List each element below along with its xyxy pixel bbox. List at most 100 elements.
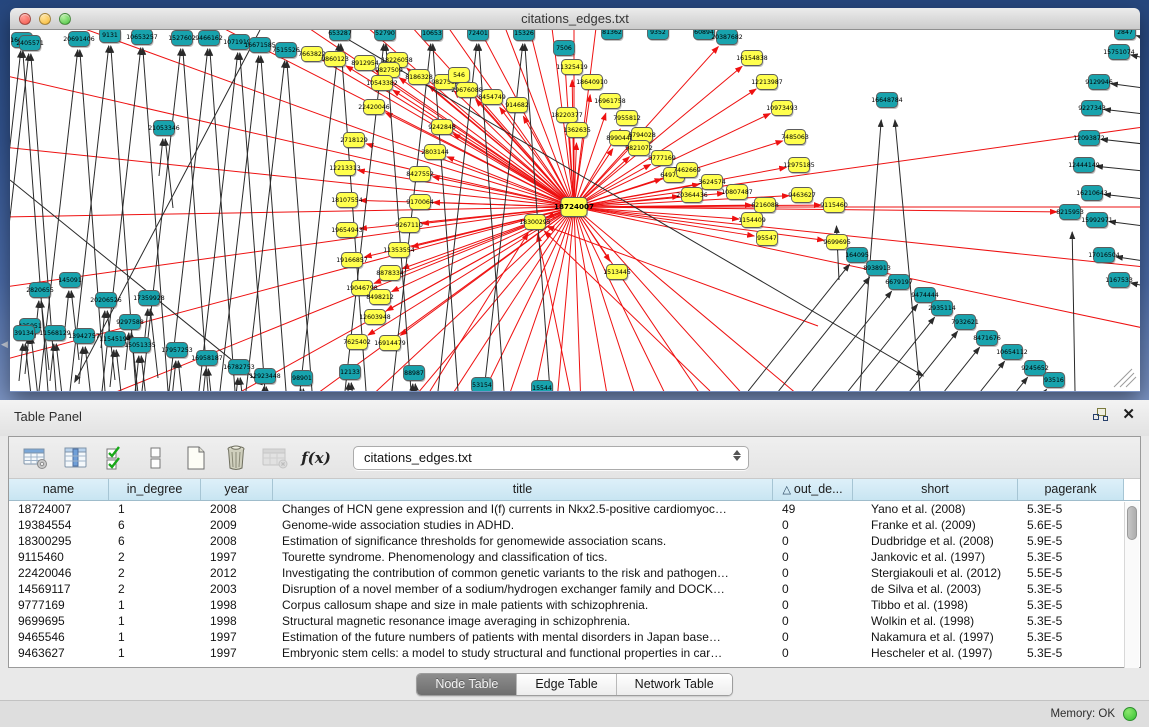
graph-node[interactable]: 13942757 (68, 329, 100, 346)
delete-column-button[interactable] (219, 442, 253, 474)
graph-node[interactable]: 1513445 (603, 265, 631, 282)
graph-node[interactable]: 17359928 (133, 291, 165, 308)
graph-node[interactable]: 1167533 (1105, 273, 1133, 290)
graph-node[interactable]: 21053346 (148, 121, 180, 138)
graph-node[interactable]: 8454749 (478, 90, 506, 107)
graph-node[interactable]: 20387682 (711, 30, 743, 46)
graph-node[interactable]: 19654943 (331, 223, 363, 240)
table-row[interactable]: 946362711997Embryonic stem cells: a mode… (9, 645, 1140, 661)
close-panel-icon[interactable]: ✕ (1122, 408, 1135, 422)
graph-node[interactable]: 2803144 (421, 145, 449, 162)
graph-node[interactable]: 7462669 (673, 163, 701, 180)
graph-node[interactable]: 53154 (472, 378, 494, 392)
graph-node[interactable]: 546 (449, 68, 471, 85)
table-row[interactable]: 2242004622012Investigating the contribut… (9, 565, 1140, 581)
float-panel-icon[interactable] (1093, 408, 1108, 422)
graph-node[interactable]: 9129946 (1085, 75, 1113, 92)
table-mode-button[interactable] (19, 442, 53, 474)
scrollbar-thumb[interactable] (1127, 506, 1137, 540)
graph-node[interactable]: 9115460 (820, 198, 848, 215)
graph-node[interactable]: 88987 (404, 366, 426, 383)
graph-node[interactable]: 16961758 (594, 94, 626, 111)
graph-node[interactable]: 1527602 (168, 31, 196, 48)
graph-node[interactable]: 12213987 (751, 75, 783, 92)
graph-node[interactable]: 8186328 (405, 70, 433, 87)
graph-node[interactable]: 8215953 (1056, 205, 1084, 222)
table-row[interactable]: 1872400712008Changes of HCN gene express… (9, 501, 1140, 517)
table-row[interactable]: 1830029562008Estimation of significance … (9, 533, 1140, 549)
column-header-out_de[interactable]: △out_de... (773, 479, 853, 500)
column-header-short[interactable]: short (853, 479, 1018, 500)
graph-node[interactable]: 16648784 (871, 93, 903, 110)
graph-node[interactable]: 8427552 (406, 167, 434, 184)
graph-node[interactable]: 7485063 (781, 130, 809, 147)
graph-node[interactable]: 2718129 (340, 133, 368, 150)
graph-node[interactable]: 16914479 (374, 336, 406, 353)
graph-node[interactable]: 2935114 (928, 301, 956, 318)
graph-node[interactable]: 7506 (554, 41, 576, 58)
column-header-title[interactable]: title (273, 479, 773, 500)
graph-node[interactable]: 17957253 (161, 343, 193, 360)
graph-node[interactable]: 9297588 (116, 315, 144, 332)
graph-node[interactable]: 9227343 (1078, 101, 1106, 118)
graph-node[interactable]: 9860123 (321, 52, 349, 69)
graph-node[interactable]: 15544 (532, 381, 554, 392)
table-select-dropdown[interactable]: citations_edges.txt (353, 446, 749, 470)
graph-node[interactable]: 15992971 (1081, 213, 1113, 230)
graph-node[interactable]: 15751074 (1103, 45, 1135, 62)
graph-node[interactable]: 39134 (14, 326, 36, 343)
column-header-pagerank[interactable]: pagerank (1018, 479, 1124, 500)
collapse-panel-arrow-icon[interactable]: ◀ (1, 340, 8, 349)
graph-node[interactable]: 12975185 (783, 158, 815, 175)
graph-node[interactable]: 9466162 (195, 31, 223, 48)
graph-node[interactable]: 653287 (328, 30, 352, 42)
table-row[interactable]: 977716911998Corpus callosum shape and si… (9, 597, 1140, 613)
network-canvas[interactable]: 1665322405571206914069131106532571527602… (10, 30, 1140, 391)
graph-node[interactable]: 16210643 (1076, 186, 1108, 203)
graph-node[interactable]: 9267110 (395, 218, 423, 235)
graph-node[interactable]: 81362 (602, 30, 624, 41)
network-view-window[interactable]: citations_edges.txt 16653224055712069140… (10, 8, 1140, 392)
graph-node[interactable]: 12133 (340, 365, 362, 382)
tab-network-table[interactable]: Network Table (617, 674, 732, 695)
graph-node[interactable]: 98901 (292, 371, 314, 388)
column-header-name[interactable]: name (9, 479, 109, 500)
graph-node[interactable]: 914682 (505, 98, 529, 115)
graph-node[interactable]: 12444149 (1068, 158, 1100, 175)
graph-node[interactable]: 2847 (1115, 30, 1137, 41)
table-row[interactable]: 911546021997Tourette syndrome. Phenomeno… (9, 549, 1140, 565)
graph-node[interactable]: 18640910 (576, 75, 608, 92)
graph-node[interactable]: 7515526 (272, 43, 300, 60)
select-all-button[interactable] (99, 442, 133, 474)
graph-node[interactable]: 9463627 (788, 188, 816, 205)
citation-network-graph[interactable]: 1665322405571206914069131106532571527602… (10, 30, 1140, 391)
graph-node[interactable]: 9131 (100, 30, 122, 44)
graph-node[interactable]: 12213313 (329, 161, 361, 178)
graph-node[interactable]: 16154838 (736, 51, 768, 68)
graph-node[interactable]: 10653 (422, 30, 444, 42)
graph-node[interactable]: 16958187 (191, 351, 223, 368)
tab-edge-table[interactable]: Edge Table (517, 674, 616, 695)
graph-node[interactable]: 10654112 (996, 345, 1028, 362)
graph-node[interactable]: 9777169 (648, 151, 676, 168)
vertical-scrollbar[interactable] (1124, 502, 1139, 668)
graph-node[interactable]: 2405571 (16, 36, 44, 53)
graph-node[interactable]: 15326 (514, 30, 536, 42)
table-row[interactable]: 1938455462009Genome-wide association stu… (9, 517, 1140, 533)
unselect-all-button[interactable] (139, 442, 173, 474)
graph-node[interactable]: 7932621 (951, 315, 979, 332)
network-window-titlebar[interactable]: citations_edges.txt (10, 8, 1140, 30)
graph-node[interactable]: 20206526 (90, 293, 122, 310)
graph-node[interactable]: 8498212 (366, 290, 394, 307)
graph-node[interactable]: 19166857 (336, 253, 368, 270)
graph-node[interactable]: 20691406 (63, 32, 95, 49)
graph-node[interactable]: 9699695 (823, 235, 851, 252)
memory-status-indicator[interactable] (1123, 707, 1137, 721)
graph-node[interactable]: 9170064 (406, 195, 434, 212)
graph-node[interactable]: 8471676 (973, 331, 1001, 348)
table-row[interactable]: 946554611997Estimation of the future num… (9, 629, 1140, 645)
graph-node[interactable]: 95547 (757, 231, 779, 248)
graph-node[interactable]: 18220377 (551, 108, 583, 125)
graph-node[interactable]: 93516 (1044, 373, 1066, 390)
delete-table-button[interactable] (259, 442, 293, 474)
